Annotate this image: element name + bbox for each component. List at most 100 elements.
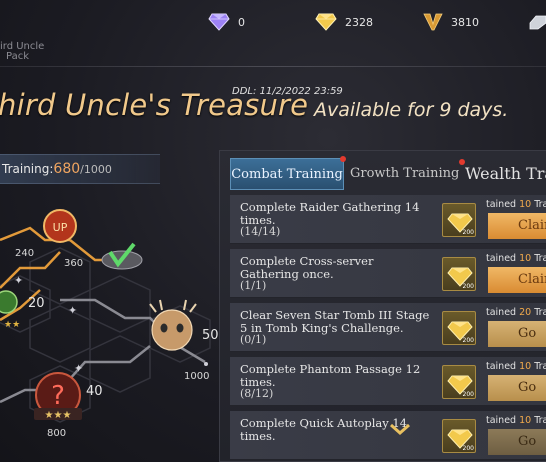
reward-suffix: Trai bbox=[534, 253, 546, 264]
notification-badge bbox=[340, 156, 346, 162]
svg-text:UP: UP bbox=[53, 221, 68, 234]
node-value: 800 bbox=[47, 428, 67, 439]
task-row: Complete Phantom Passage 12 times. (8/12… bbox=[230, 357, 546, 406]
v-token-icon bbox=[423, 13, 443, 31]
task-description: Complete Phantom Passage 12 times. (8/12… bbox=[240, 363, 430, 401]
availability-text: Available for 9 days. bbox=[314, 99, 509, 121]
node-value: 40 bbox=[86, 384, 103, 399]
reward-quantity: 200 bbox=[462, 391, 474, 398]
currency-bar: 0 2328 3810 bbox=[0, 0, 546, 44]
task-description: Complete Cross-server Gathering once. (1… bbox=[240, 255, 430, 293]
task-row: Complete Raider Gathering 14 times. (14/… bbox=[230, 195, 546, 244]
reward-text: tained 10 Trai bbox=[486, 199, 546, 210]
reward-map-graphic: UP ★★ ? ★★★ ✦ ✦ ✦ bbox=[0, 209, 211, 423]
svg-text:?: ? bbox=[51, 381, 65, 411]
tab-wealth-training[interactable]: Wealth Tra bbox=[465, 158, 546, 190]
node-value: 240 bbox=[15, 248, 35, 259]
reward-quantity: 200 bbox=[462, 229, 474, 236]
reward-prefix: tained bbox=[486, 361, 520, 372]
gold-diamond-icon bbox=[315, 13, 337, 31]
reward-suffix: Tra bbox=[534, 307, 546, 318]
reward-quantity: 200 bbox=[462, 445, 474, 452]
reward-suffix: Tra bbox=[534, 361, 546, 372]
gold-diamond-reward-icon[interactable]: 200 bbox=[442, 419, 476, 453]
reward-text: tained 20 Tra bbox=[486, 307, 546, 318]
training-max: /1000 bbox=[80, 163, 112, 176]
task-panel: Combat Training Growth Training Wealth T… bbox=[219, 150, 546, 462]
training-progress-bar: Training:680/1000 bbox=[0, 154, 160, 184]
tab-combat-training[interactable]: Combat Training bbox=[230, 156, 346, 190]
chevron-down-icon[interactable] bbox=[388, 422, 412, 436]
task-row: Complete Cross-server Gathering once. (1… bbox=[230, 249, 546, 298]
node-value: 1000 bbox=[184, 371, 210, 382]
v-token-value: 3810 bbox=[451, 15, 479, 29]
task-text: Clear Seven Star Tomb III Stage 5 in Tom… bbox=[240, 308, 430, 335]
currency-purple-diamond[interactable]: 0 bbox=[208, 12, 245, 32]
pack-label[interactable]: ird Uncle Pack bbox=[0, 42, 44, 62]
purple-diamond-icon bbox=[208, 13, 230, 31]
reward-text: tained 10 Tra bbox=[486, 361, 546, 372]
go-button[interactable]: Go bbox=[488, 429, 546, 455]
reward-prefix: tained bbox=[486, 415, 520, 426]
paw-marker-icon: ✦ bbox=[74, 362, 83, 375]
locked-reward-node: ? ★★★ bbox=[34, 372, 82, 421]
training-current: 680 bbox=[53, 161, 81, 177]
training-progress-label: Training:680/1000 bbox=[2, 161, 112, 177]
reward-text: tained 10 Tra bbox=[486, 415, 546, 426]
tab-growth-training[interactable]: Growth Training bbox=[350, 158, 466, 190]
currency-v-token[interactable]: 3810 bbox=[423, 12, 479, 32]
currency-gold-diamond[interactable]: 2328 bbox=[315, 12, 373, 32]
claim-button[interactable]: Claim bbox=[488, 267, 546, 293]
paw-marker-icon: ✦ bbox=[68, 304, 77, 317]
gold-diamond-reward-icon[interactable]: 200 bbox=[442, 365, 476, 399]
medallion-reward-node: UP bbox=[43, 209, 77, 243]
task-description: Complete Raider Gathering 14 times. (14/… bbox=[240, 201, 430, 239]
gold-diamond-reward-icon[interactable]: 200 bbox=[442, 311, 476, 345]
reward-quantity: 200 bbox=[462, 283, 474, 290]
reward-text: tained 10 Trai bbox=[486, 253, 546, 264]
reward-prefix: tained bbox=[486, 307, 520, 318]
task-progress: (0/1) bbox=[240, 333, 267, 346]
svg-text:★★: ★★ bbox=[4, 320, 20, 330]
reward-amount: 20 bbox=[519, 307, 532, 318]
reward-amount: 10 bbox=[519, 415, 532, 426]
reward-amount: 10 bbox=[519, 253, 532, 264]
deer-mascot-node bbox=[149, 299, 208, 366]
event-title: hird Uncle's Treasure bbox=[0, 88, 309, 122]
reward-suffix: Trai bbox=[534, 199, 546, 210]
currency-silver-ingot[interactable] bbox=[528, 12, 546, 32]
task-row: Clear Seven Star Tomb III Stage 5 in Tom… bbox=[230, 303, 546, 352]
task-text: Complete Cross-server Gathering once. bbox=[240, 254, 374, 281]
training-tabs: Combat Training Growth Training Wealth T… bbox=[230, 156, 546, 190]
gold-diamond-reward-icon[interactable]: 200 bbox=[442, 257, 476, 291]
pack-label-line2: Pack bbox=[6, 51, 29, 62]
tab-label: Combat Training bbox=[231, 167, 343, 182]
node-value: 360 bbox=[64, 258, 84, 269]
paw-marker-icon: ✦ bbox=[14, 274, 23, 287]
silver-ingot-icon bbox=[529, 15, 546, 30]
task-description: Clear Seven Star Tomb III Stage 5 in Tom… bbox=[240, 309, 430, 347]
reward-amount: 10 bbox=[519, 361, 532, 372]
training-label-text: Training: bbox=[2, 162, 54, 176]
gold-diamond-value: 2328 bbox=[345, 15, 373, 29]
node-value: 20 bbox=[28, 296, 45, 311]
reward-quantity: 200 bbox=[462, 337, 474, 344]
reward-prefix: tained bbox=[486, 199, 520, 210]
reward-suffix: Tra bbox=[534, 415, 546, 426]
gold-diamond-reward-icon[interactable]: 200 bbox=[442, 203, 476, 237]
header-divider bbox=[0, 66, 546, 67]
task-progress: (8/12) bbox=[240, 387, 274, 400]
purple-diamond-value: 0 bbox=[238, 15, 245, 29]
reward-amount: 10 bbox=[519, 199, 532, 210]
svg-text:★★★: ★★★ bbox=[45, 410, 72, 421]
task-text: Complete Phantom Passage 12 times. bbox=[240, 362, 421, 389]
node-value: 50 bbox=[202, 328, 219, 343]
task-text: Complete Quick Autoplay 14 times. bbox=[240, 416, 408, 443]
task-text: Complete Raider Gathering 14 times. bbox=[240, 200, 420, 227]
go-button[interactable]: Go bbox=[488, 321, 546, 347]
task-progress: (14/14) bbox=[240, 225, 281, 238]
tab-label: Wealth Tra bbox=[465, 164, 546, 183]
go-button[interactable]: Go bbox=[488, 375, 546, 401]
claim-button[interactable]: Claim bbox=[488, 213, 546, 239]
tab-label: Growth Training bbox=[350, 166, 460, 181]
